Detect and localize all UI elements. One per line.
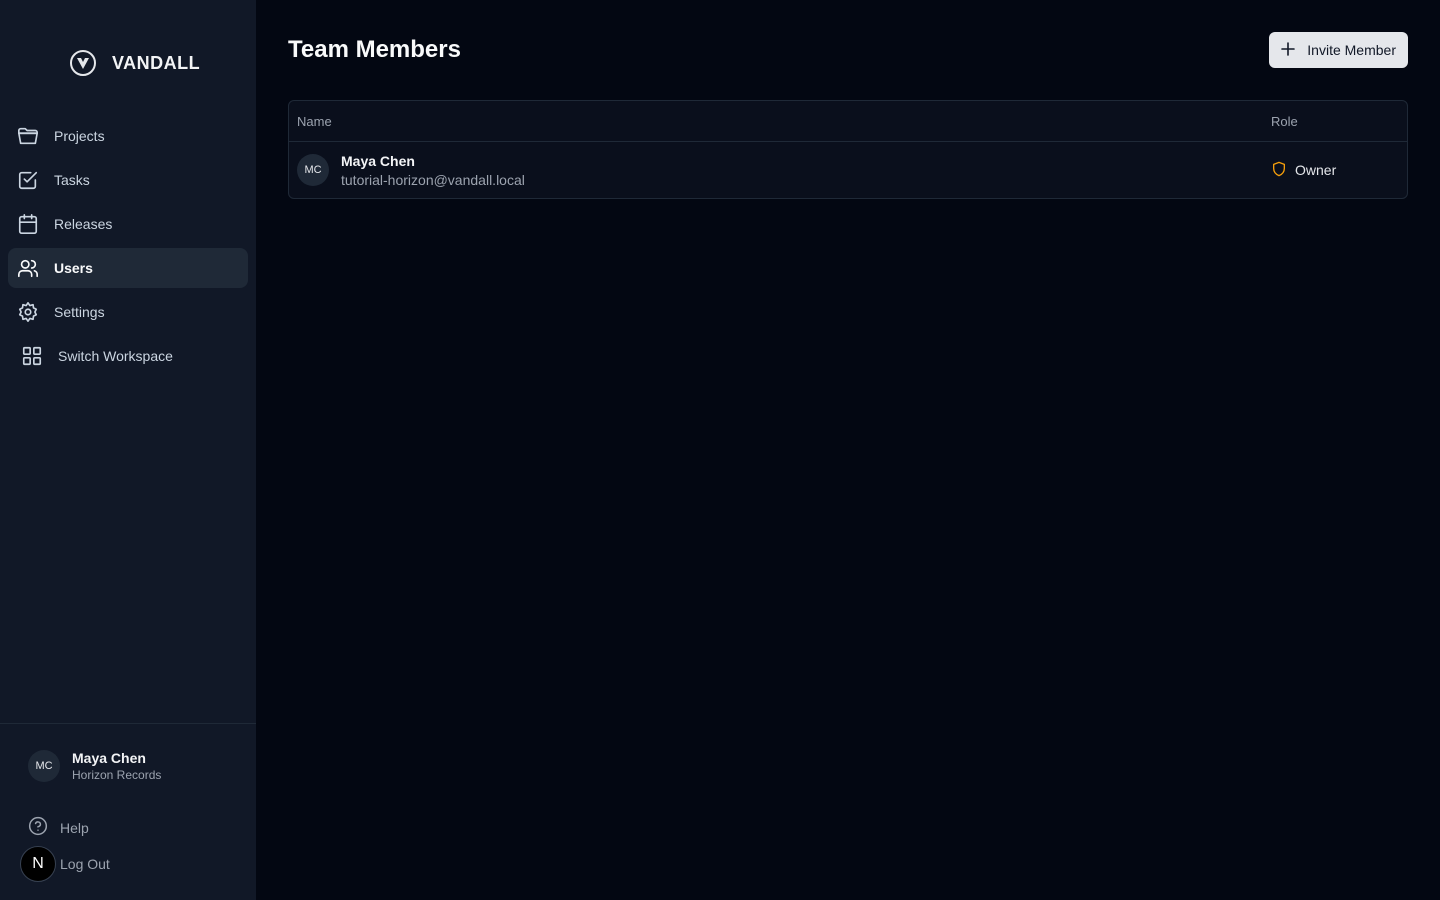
column-header-role[interactable]: Role <box>1271 114 1298 129</box>
column-header-name[interactable]: Name <box>289 114 1271 129</box>
member-cell: MC Maya Chen tutorial-horizon@vandall.lo… <box>289 153 1271 188</box>
avatar: MC <box>297 154 329 186</box>
sidebar: VANDALL Projects Tasks Releases Users Se… <box>0 0 256 900</box>
user-profile[interactable]: MC Maya Chen Horizon Records <box>28 750 161 782</box>
sidebar-item-tasks[interactable]: Tasks <box>8 160 248 200</box>
calendar-icon <box>16 212 40 236</box>
n-badge-icon[interactable]: N <box>20 846 56 882</box>
checkbox-icon <box>16 168 40 192</box>
sidebar-item-label: Projects <box>54 128 105 144</box>
gear-icon <box>16 300 40 324</box>
vandall-logo-icon <box>70 50 96 76</box>
sidebar-item-label: Settings <box>54 304 105 320</box>
page-title: Team Members <box>288 36 461 63</box>
help-link[interactable]: Help <box>28 816 89 839</box>
sidebar-item-projects[interactable]: Projects <box>8 116 248 156</box>
invite-member-button[interactable]: Invite Member <box>1269 32 1408 68</box>
plus-icon <box>1281 41 1296 59</box>
users-icon <box>16 256 40 280</box>
shield-icon <box>1271 161 1287 180</box>
avatar: MC <box>28 750 60 782</box>
table-row[interactable]: MC Maya Chen tutorial-horizon@vandall.lo… <box>289 142 1407 198</box>
logout-label: Log Out <box>60 856 110 872</box>
member-email: tutorial-horizon@vandall.local <box>341 171 525 188</box>
sidebar-item-settings[interactable]: Settings <box>8 292 248 332</box>
sidebar-item-label: Releases <box>54 216 113 232</box>
sidebar-nav: Projects Tasks Releases Users Settings S… <box>8 116 248 380</box>
table-header: Name Role <box>289 101 1407 142</box>
sidebar-item-label: Tasks <box>54 172 90 188</box>
sidebar-item-users[interactable]: Users <box>8 248 248 288</box>
brand-name: VANDALL <box>112 52 201 73</box>
member-name: Maya Chen <box>341 152 415 169</box>
sidebar-item-label: Switch Workspace <box>58 348 173 364</box>
sidebar-item-releases[interactable]: Releases <box>8 204 248 244</box>
main-content: Team Members Invite Member Name Role MC … <box>256 0 1440 900</box>
members-table: Name Role MC Maya Chen tutorial-horizon@… <box>288 100 1408 199</box>
help-icon <box>28 816 48 839</box>
brand[interactable]: VANDALL <box>70 50 200 76</box>
sidebar-item-label: Users <box>54 260 93 276</box>
app: VANDALL Projects Tasks Releases Users Se… <box>0 0 1440 900</box>
profile-name: Maya Chen <box>72 750 146 766</box>
sidebar-footer: MC Maya Chen Horizon Records Help Log Ou… <box>0 723 256 900</box>
profile-org: Horizon Records <box>72 768 162 782</box>
role-cell: Owner <box>1271 161 1336 180</box>
folder-icon <box>16 124 40 148</box>
invite-member-label: Invite Member <box>1307 42 1396 58</box>
sidebar-item-switch-workspace[interactable]: Switch Workspace <box>8 336 248 376</box>
role-label: Owner <box>1295 162 1337 178</box>
help-label: Help <box>60 819 89 836</box>
grid-icon <box>20 344 44 368</box>
